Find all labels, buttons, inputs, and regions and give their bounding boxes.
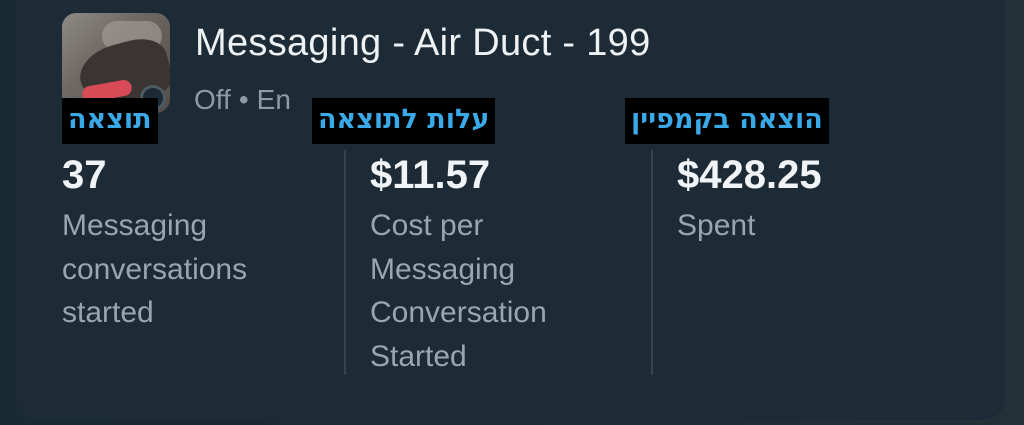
annotation-campaign-spend: הוצאה בקמפיין: [625, 98, 829, 144]
status-separator: •: [238, 84, 249, 115]
metric-divider: [651, 150, 653, 375]
metric-spent: $428.25 Spent: [677, 148, 957, 248]
campaign-status: Off: [194, 84, 231, 115]
annotation-cost-per-result: עלות לתוצאה: [312, 98, 496, 144]
metric-spent-label: Spent: [677, 209, 756, 242]
campaign-status-extra: En: [256, 84, 291, 115]
metric-divider: [344, 150, 346, 375]
metric-results: 37 Messaging conversations started: [62, 148, 332, 335]
annotation-result: תוצאה: [62, 98, 158, 144]
metric-cost-label: Cost per Messaging Conversation Started: [370, 209, 547, 373]
metric-cost-value: $11.57: [370, 153, 491, 197]
campaign-title[interactable]: Messaging - Air Duct - 199: [195, 22, 651, 65]
metric-spent-value: $428.25: [677, 153, 822, 197]
metric-cost-per-result: $11.57 Cost per Messaging Conversation S…: [370, 148, 620, 378]
metric-results-label: Messaging conversations started: [62, 209, 248, 329]
campaign-status-line: Off • En: [194, 84, 291, 116]
metric-results-value: 37: [62, 153, 107, 197]
